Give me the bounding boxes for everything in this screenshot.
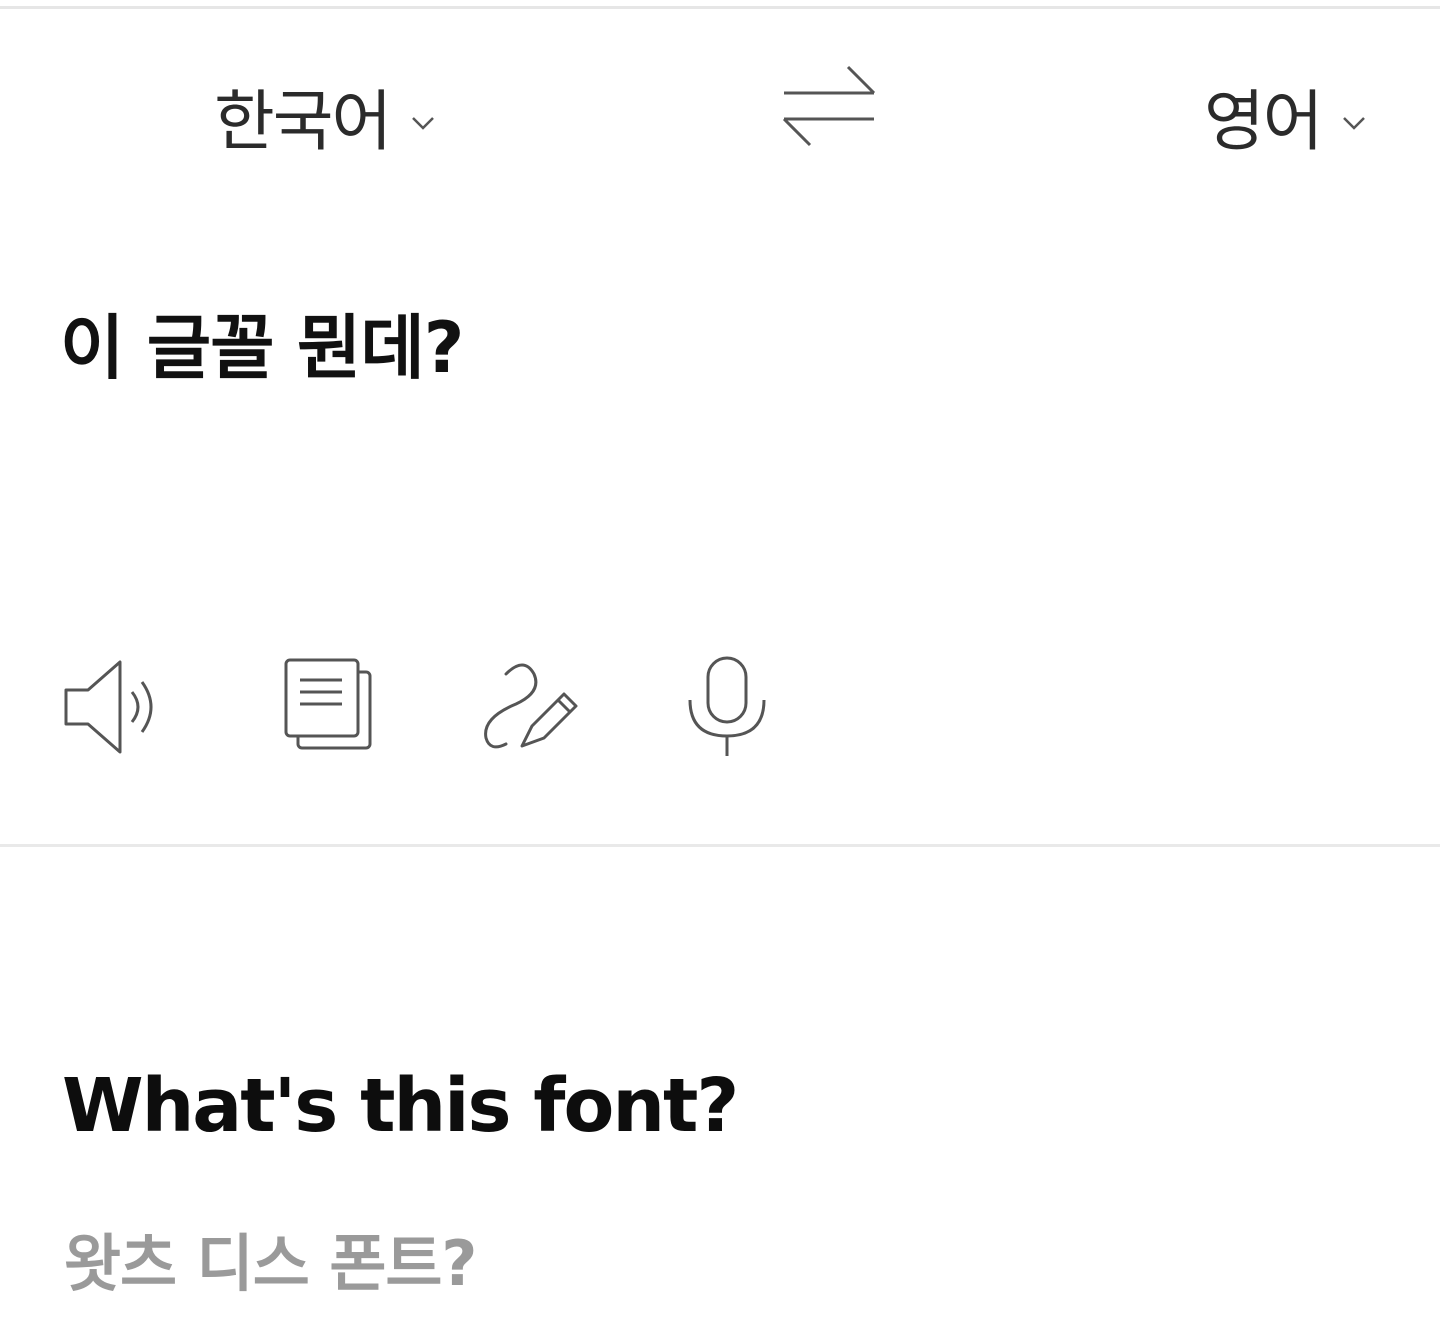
source-panel: 이 글꼴 뭔데? — [0, 180, 1440, 844]
pronunciation-text: 왓츠 디스 폰트? — [64, 1227, 477, 1300]
microphone-icon[interactable] — [672, 652, 782, 762]
source-language-label: 한국어 — [214, 83, 392, 160]
target-language-select[interactable]: 영어 — [1204, 68, 1371, 164]
source-language-select[interactable]: 한국어 — [214, 68, 440, 164]
source-input-text[interactable]: 이 글꼴 뭔데? — [60, 292, 464, 393]
chevron-down-icon — [1343, 117, 1366, 130]
language-bar: 한국어 영어 — [0, 30, 1440, 180]
top-border — [0, 6, 1440, 9]
result-panel: What's this font? 왓츠 디스 폰트? — [0, 847, 1440, 1334]
translation-text: What's this font? — [62, 1063, 739, 1149]
handwriting-icon[interactable] — [476, 652, 586, 762]
speaker-icon[interactable] — [58, 652, 168, 762]
target-language-label: 영어 — [1204, 83, 1323, 160]
copy-icon[interactable] — [278, 652, 388, 762]
chevron-down-icon — [412, 117, 435, 130]
swap-languages-icon[interactable] — [778, 62, 880, 152]
